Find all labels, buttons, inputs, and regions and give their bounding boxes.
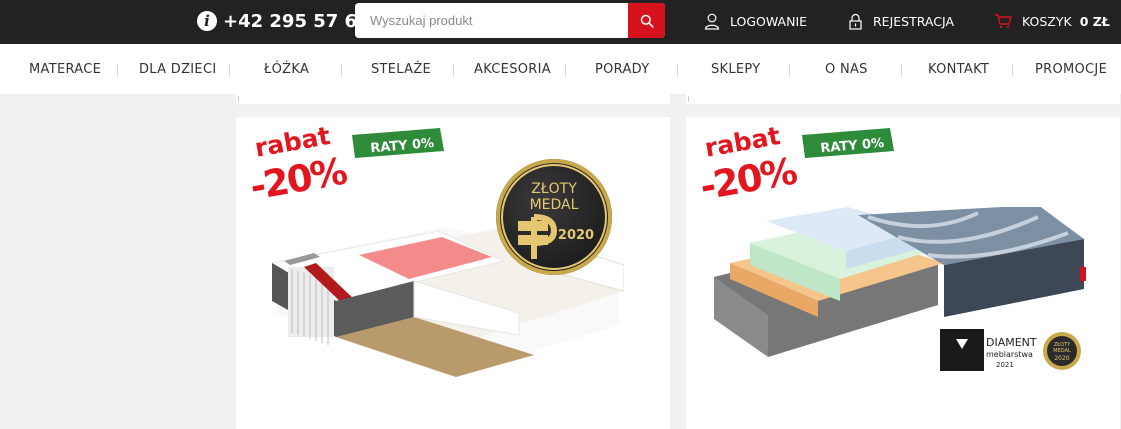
cart-label: KOSZYK <box>1022 13 1072 29</box>
award-subtitle: meblarstwa <box>986 350 1033 359</box>
nav-divider <box>677 64 678 76</box>
main-navigation: MATERACE DLA DZIECI ŁÓŻKA STELAŻE AKCESO… <box>0 44 1121 94</box>
installments-badge: RATY 0% <box>800 125 896 161</box>
installments-badge: RATY 0% <box>350 125 446 161</box>
nav-divider <box>565 64 566 76</box>
nav-divider <box>341 64 342 76</box>
medal-small-year: 2020 <box>1054 355 1069 362</box>
register-label: REJESTRACJA <box>873 13 954 29</box>
medal-line-1: ZŁOTY <box>531 181 577 197</box>
nav-item-akcesoria[interactable]: AKCESORIA <box>474 44 551 94</box>
phone-number: +42 295 57 64 <box>223 10 370 32</box>
search-button[interactable] <box>628 3 665 38</box>
product-card[interactable]: rabat -20% RATY 0% ZŁOTY MEDAL 2020 <box>236 117 670 429</box>
medal-line-2: MEDAL <box>530 197 579 213</box>
gold-medal-badge: ZŁOTY MEDAL 2020 <box>496 159 612 275</box>
medal-small-line-2: MEDAL <box>1053 348 1071 354</box>
nav-item-promocje[interactable]: PROMOCJE <box>1035 44 1107 94</box>
user-icon <box>704 13 720 30</box>
top-bar: i +42 295 57 64 LOGOWANIE REJESTRACJA <box>0 0 1121 44</box>
info-icon: i <box>197 11 217 31</box>
cart-link[interactable]: KOSZYK 0 ZŁ <box>994 10 1110 32</box>
search-box <box>355 3 665 38</box>
login-link[interactable]: LOGOWANIE <box>704 10 807 32</box>
search-input[interactable] <box>355 3 627 38</box>
nav-divider <box>229 64 230 76</box>
nav-item-stelaze[interactable]: STELAŻE <box>371 44 431 94</box>
login-label: LOGOWANIE <box>730 13 808 29</box>
medal-year: 2020 <box>558 228 594 243</box>
award-title: DIAMENT <box>986 336 1037 349</box>
nav-divider <box>117 64 118 76</box>
nav-divider <box>789 64 790 76</box>
lock-icon <box>849 13 862 30</box>
discount-badge: rabat -20% <box>247 121 360 209</box>
product-card[interactable]: rabat -20% RATY 0% DIAMENT meblarstwa 20… <box>686 117 1120 429</box>
nav-divider <box>1012 64 1013 76</box>
award-year: 2021 <box>996 361 1014 369</box>
search-icon <box>640 14 654 28</box>
cart-total: 0 ZŁ <box>1079 13 1110 29</box>
previous-card-edge <box>686 94 1120 104</box>
previous-card-edge <box>236 94 670 104</box>
nav-item-materace[interactable]: MATERACE <box>29 44 101 94</box>
nav-item-sklepy[interactable]: SKLEPY <box>711 44 761 94</box>
cart-icon <box>995 14 1012 29</box>
nav-item-lozka[interactable]: ŁÓŻKA <box>264 44 309 94</box>
phone-contact[interactable]: i +42 295 57 64 <box>197 8 370 34</box>
register-link[interactable]: REJESTRACJA <box>848 10 954 32</box>
diament-award: DIAMENT meblarstwa 2021 ZŁOTY MEDAL 2020 <box>940 329 1090 371</box>
nav-item-dla-dzieci[interactable]: DLA DZIECI <box>139 44 216 94</box>
nav-item-kontakt[interactable]: KONTAKT <box>928 44 989 94</box>
discount-badge: rabat -20% <box>697 121 810 209</box>
nav-item-porady[interactable]: PORADY <box>595 44 650 94</box>
nav-item-o-nas[interactable]: O NAS <box>825 44 868 94</box>
nav-divider <box>453 64 454 76</box>
nav-divider <box>901 64 902 76</box>
